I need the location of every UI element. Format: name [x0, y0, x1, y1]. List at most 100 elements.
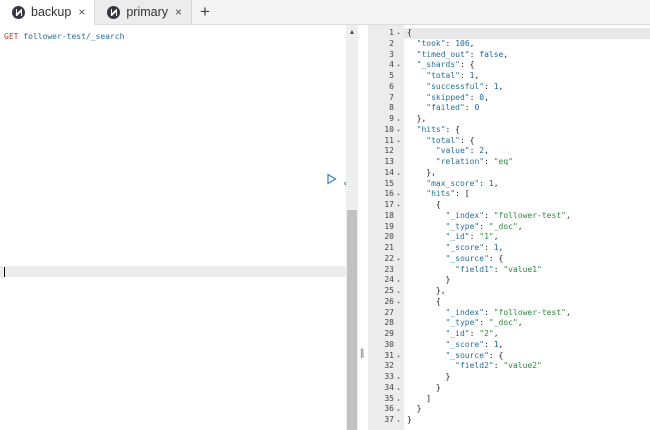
kibana-logo-icon [107, 5, 121, 19]
line-number-text: 33 [384, 372, 394, 381]
response-code-line: } [407, 382, 441, 392]
response-code-line: } [407, 275, 451, 285]
response-code-line: }, [407, 114, 427, 123]
line-number: 7 [368, 93, 402, 104]
line-number-text: 19 [384, 221, 394, 231]
line-number: 11 ▾ [368, 136, 402, 147]
line-number-text: 7 [389, 92, 394, 102]
request-editor[interactable]: GET follower-test/_search [0, 25, 355, 430]
line-number-text: 6 [389, 81, 394, 91]
response-code-line: "_source": { [445, 350, 504, 360]
line-number-text: 25 [384, 286, 394, 295]
line-number-text: 23 [384, 264, 394, 274]
response-code-line: { [404, 28, 650, 39]
line-number-text: 3 [389, 49, 394, 59]
scrollbar-thumb[interactable] [347, 210, 357, 430]
line-number: 19 [368, 222, 402, 233]
line-number-text: 2 [389, 38, 394, 48]
editor-scrollbar[interactable]: ▲ [346, 25, 358, 430]
tab-backup[interactable]: backup × [0, 0, 96, 25]
scroll-up-arrow-icon[interactable]: ▲ [346, 29, 358, 36]
response-code-line: "_id": "1", [445, 232, 499, 242]
response-code-line: "hits": { [416, 124, 460, 134]
response-code-line: } [407, 415, 412, 424]
request-path: follower-test/_search [23, 32, 125, 41]
tab-label: backup [31, 5, 72, 19]
line-number: 30 [368, 340, 402, 351]
line-number: 33 ▴ [368, 372, 402, 383]
fold-toggle-icon[interactable]: ▴ [395, 416, 402, 427]
pane-splitter[interactable]: || [358, 25, 368, 430]
response-code-line: "_shards": { [416, 60, 475, 70]
line-number: 4 ▾ [368, 60, 402, 71]
line-number-text: 28 [384, 318, 394, 328]
line-number: 17 ▾ [368, 200, 402, 211]
tab-bar: backup × primary × + [0, 0, 650, 25]
line-number-text: 27 [384, 307, 394, 317]
request-method: GET [4, 32, 19, 41]
line-number: 18 [368, 211, 402, 222]
response-code-line: "_type": "_doc", [445, 318, 523, 328]
line-number: 26 ▾ [368, 297, 402, 308]
close-tab-icon[interactable]: × [175, 5, 182, 19]
line-number-text: 24 [384, 275, 394, 285]
line-number-text: 17 [384, 200, 394, 209]
tab-primary[interactable]: primary × [95, 0, 193, 24]
active-line-highlight [0, 266, 346, 277]
response-code-line: }, [407, 286, 446, 295]
tab-label: primary [126, 5, 168, 19]
line-number: 20 [368, 232, 402, 243]
add-tab-button[interactable]: + [192, 0, 218, 24]
line-number: 3 [368, 50, 402, 61]
response-code-line: "timed_out": false, [416, 49, 509, 59]
line-number-text: 29 [384, 329, 394, 338]
line-number-text: 32 [384, 361, 394, 371]
splitter-grip-icon[interactable]: || [360, 348, 364, 359]
line-number-text: 26 [384, 296, 394, 306]
line-number-text: 30 [384, 339, 394, 349]
line-number-text: 15 [384, 178, 394, 188]
line-number-text: 10 [384, 124, 394, 134]
line-number-text: 14 [384, 167, 394, 177]
response-code-line: { [407, 200, 441, 209]
line-number: 9 ▴ [368, 114, 402, 125]
line-number-text: 20 [384, 232, 394, 242]
line-number-text: 18 [384, 210, 394, 220]
response-code-line: "skipped": 0, [426, 92, 489, 102]
line-number-text: 21 [384, 243, 394, 252]
response-code-line: "_type": "_doc", [445, 221, 523, 231]
line-number: 16 ▾ [368, 189, 402, 200]
line-number: 36 ▴ [368, 404, 402, 415]
line-number-text: 34 [384, 382, 394, 392]
kibana-logo-icon [12, 5, 25, 19]
line-number: 8 [368, 103, 402, 114]
line-number-text: 5 [389, 71, 394, 80]
line-number: 5 [368, 71, 402, 82]
line-number-text: 12 [384, 146, 394, 156]
line-number: 6 [368, 82, 402, 93]
response-code-line: "hits": [ [426, 189, 470, 199]
line-number-text: 4 [389, 60, 394, 70]
play-icon[interactable] [326, 173, 338, 185]
line-number-text: 1 [389, 28, 394, 37]
response-code-line: } [407, 404, 422, 414]
text-caret [4, 267, 5, 277]
response-code-line: "_index": "follower-test", [445, 307, 571, 317]
response-code-line: "_index": "follower-test", [445, 210, 571, 220]
line-number: 14 ▴ [368, 168, 402, 179]
response-code-line: "failed": 0 [426, 103, 480, 113]
close-tab-icon[interactable]: × [78, 5, 85, 19]
line-number: 25 ▴ [368, 286, 402, 297]
line-number-text: 9 [389, 114, 394, 123]
line-number-text: 16 [384, 189, 394, 199]
response-viewer[interactable]: 1 ▾{2 "took": 106, 3 "timed_out": false, 4 ▾… [368, 25, 650, 430]
line-number: 21 [368, 243, 402, 254]
response-code-line: ] [407, 393, 432, 403]
response-code-line: "field2": "value2" [455, 361, 542, 371]
line-number-text: 13 [384, 157, 394, 166]
response-code-line: }, [407, 167, 436, 177]
line-number-text: 35 [384, 393, 394, 403]
line-number: 15 [368, 179, 402, 190]
response-code-line: "_source": { [445, 253, 504, 263]
line-number: 12 [368, 146, 402, 157]
